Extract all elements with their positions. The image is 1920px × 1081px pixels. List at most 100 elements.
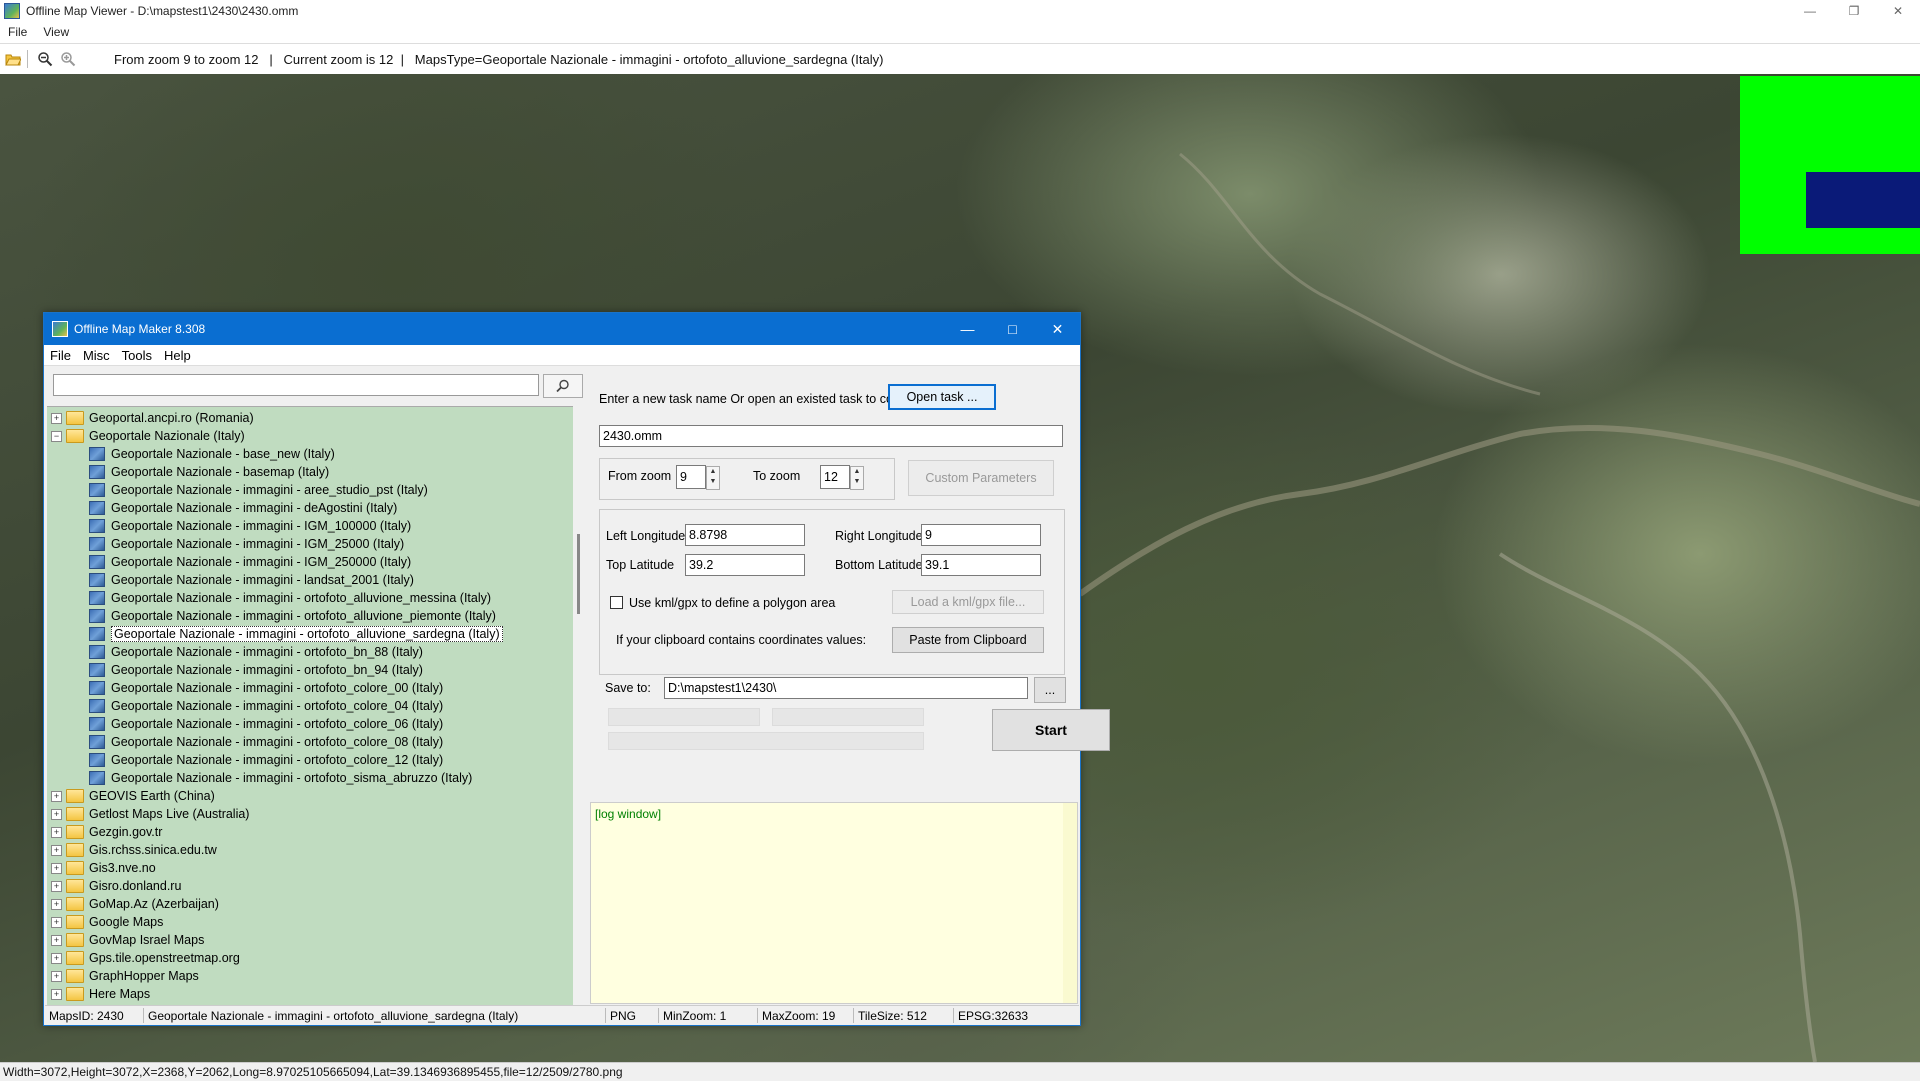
paste-from-clipboard-button[interactable]: Paste from Clipboard (892, 627, 1044, 653)
tree-map-item[interactable]: Geoportale Nazionale - base_new (Italy) (89, 445, 335, 463)
tree-folder-item[interactable]: + Google Maps (51, 913, 163, 931)
dialog-menu-help[interactable]: Help (158, 348, 197, 363)
tree-folder-item[interactable]: + Here Maps (51, 985, 150, 1003)
tree-map-item[interactable]: Geoportale Nazionale - immagini - IGM_25… (89, 535, 404, 553)
tree-scroll-thumb[interactable] (577, 534, 580, 614)
dialog-close-icon[interactable]: ✕ (1035, 313, 1080, 345)
browse-button[interactable]: ... (1034, 677, 1066, 703)
spin-up-icon[interactable]: ▲ (707, 467, 719, 477)
tree-item-label: Geoportale Nazionale - immagini - ortofo… (111, 626, 503, 642)
tree-map-item[interactable]: Geoportale Nazionale - immagini - ortofo… (89, 751, 443, 769)
tree-folder-item[interactable]: + Gis3.nve.no (51, 859, 156, 877)
tree-folder-item[interactable]: + GraphHopper Maps (51, 967, 199, 985)
tree-folder-item[interactable]: + Gisro.donland.ru (51, 877, 181, 895)
tree-map-item[interactable]: Geoportale Nazionale - immagini - IGM_10… (89, 517, 411, 535)
zoom-in-icon[interactable] (58, 49, 78, 69)
tree-map-item[interactable]: Geoportale Nazionale - immagini - ortofo… (89, 607, 496, 625)
tree-folder-item[interactable]: − Geoportale Nazionale (Italy) (51, 427, 245, 445)
tree-scrollbar[interactable] (573, 406, 587, 1004)
save-to-field[interactable]: D:\mapstest1\2430\ (664, 677, 1028, 699)
tree-map-item[interactable]: Geoportale Nazionale - immagini - ortofo… (89, 769, 472, 787)
tree-map-item[interactable]: Geoportale Nazionale - immagini - ortofo… (89, 679, 443, 697)
expand-icon[interactable]: + (51, 844, 62, 856)
expand-icon[interactable]: + (51, 916, 62, 928)
tree-item-label: Here Maps (89, 987, 151, 1001)
tree-folder-item[interactable]: + Gps.tile.openstreetmap.org (51, 949, 240, 967)
tree-folder-item[interactable]: + Gezgin.gov.tr (51, 823, 162, 841)
dialog-menu-file[interactable]: File (44, 348, 77, 363)
tree-item-label: Geoportal.ancpi.ro (Romania) (89, 411, 254, 425)
tree-map-item[interactable]: Geoportale Nazionale - immagini - landsa… (89, 571, 414, 589)
map-source-tree[interactable]: + Geoportal.ancpi.ro (Romania) − Geoportale… (47, 406, 573, 1005)
tree-item-label: Geoportale Nazionale - immagini - ortofo… (111, 681, 444, 695)
tree-map-item[interactable]: Geoportale Nazionale - immagini - ortofo… (89, 715, 443, 733)
dialog-menu-tools[interactable]: Tools (116, 348, 158, 363)
dialog-menu-misc[interactable]: Misc (77, 348, 116, 363)
tree-map-item[interactable]: Geoportale Nazionale - immagini - IGM_25… (89, 553, 411, 571)
expand-icon[interactable]: + (51, 412, 62, 424)
task-name-field[interactable]: 2430.omm (599, 425, 1063, 447)
menu-file[interactable]: File (0, 25, 35, 39)
expand-icon[interactable]: + (51, 934, 62, 946)
dialog-minimize-icon[interactable]: — (945, 313, 990, 345)
dialog-maximize-icon[interactable]: □ (990, 313, 1035, 345)
custom-parameters-button[interactable]: Custom Parameters (908, 460, 1054, 496)
spin-down-icon[interactable]: ▼ (851, 477, 863, 487)
bottom-latitude-field[interactable]: 39.1 (921, 554, 1041, 576)
tree-map-item[interactable]: Geoportale Nazionale - basemap (Italy) (89, 463, 329, 481)
to-zoom-field[interactable]: 12 (820, 465, 850, 489)
tree-map-item[interactable]: Geoportale Nazionale - immagini - aree_s… (89, 481, 428, 499)
top-latitude-field[interactable]: 39.2 (685, 554, 805, 576)
folder-icon (66, 897, 84, 911)
search-button[interactable] (543, 374, 583, 398)
log-scrollbar[interactable] (1063, 803, 1077, 1003)
from-zoom-spinner[interactable]: ▲ ▼ (706, 466, 720, 490)
folder-icon (66, 825, 84, 839)
menu-view[interactable]: View (35, 25, 77, 39)
expand-icon[interactable]: + (51, 808, 62, 820)
right-longitude-field[interactable]: 9 (921, 524, 1041, 546)
map-layer-icon (89, 447, 105, 461)
minimize-icon[interactable]: — (1788, 0, 1832, 22)
spin-down-icon[interactable]: ▼ (707, 477, 719, 487)
spin-up-icon[interactable]: ▲ (851, 467, 863, 477)
tree-map-item[interactable]: Geoportale Nazionale - immagini - ortofo… (89, 643, 423, 661)
expand-icon[interactable]: + (51, 970, 62, 982)
tree-map-item[interactable]: Geoportale Nazionale - immagini - ortofo… (89, 733, 443, 751)
start-button[interactable]: Start (992, 709, 1110, 751)
collapse-icon[interactable]: − (51, 430, 62, 442)
close-icon[interactable]: ✕ (1876, 0, 1920, 22)
tree-map-item[interactable]: Geoportale Nazionale - immagini - ortofo… (89, 661, 423, 679)
search-input[interactable] (53, 374, 539, 396)
restore-icon[interactable]: ❐ (1832, 0, 1876, 22)
zoom-out-icon[interactable] (35, 49, 55, 69)
expand-icon[interactable]: + (51, 826, 62, 838)
status-maps-id: MapsID: 2430 (49, 1009, 124, 1023)
tree-folder-item[interactable]: + Getlost Maps Live (Australia) (51, 805, 249, 823)
left-longitude-field[interactable]: 8.8798 (685, 524, 805, 546)
expand-icon[interactable]: + (51, 988, 62, 1000)
expand-icon[interactable]: + (51, 790, 62, 802)
tree-map-item[interactable]: Geoportale Nazionale - immagini - ortofo… (89, 697, 443, 715)
load-kml-button[interactable]: Load a kml/gpx file... (892, 590, 1044, 614)
log-window[interactable]: [log window] (590, 802, 1078, 1004)
open-folder-icon[interactable] (3, 49, 23, 69)
open-task-button[interactable]: Open task ... (888, 384, 996, 410)
tree-map-item[interactable]: Geoportale Nazionale - immagini - deAgos… (89, 499, 397, 517)
expand-icon[interactable]: + (51, 952, 62, 964)
tree-item-label: Gps.tile.openstreetmap.org (89, 951, 240, 965)
tree-map-item[interactable]: Geoportale Nazionale - immagini - ortofo… (89, 589, 491, 607)
folder-icon (66, 915, 84, 929)
from-zoom-field[interactable]: 9 (676, 465, 706, 489)
tree-folder-item[interactable]: + Geoportal.ancpi.ro (Romania) (51, 409, 254, 427)
expand-icon[interactable]: + (51, 880, 62, 892)
tree-folder-item[interactable]: + GoMap.Az (Azerbaijan) (51, 895, 219, 913)
expand-icon[interactable]: + (51, 898, 62, 910)
use-kml-checkbox[interactable] (610, 596, 623, 609)
tree-map-item[interactable]: Geoportale Nazionale - immagini - ortofo… (89, 625, 503, 643)
to-zoom-spinner[interactable]: ▲ ▼ (850, 466, 864, 490)
expand-icon[interactable]: + (51, 862, 62, 874)
tree-folder-item[interactable]: + GEOVIS Earth (China) (51, 787, 215, 805)
tree-folder-item[interactable]: + GovMap Israel Maps (51, 931, 204, 949)
tree-folder-item[interactable]: + Gis.rchss.sinica.edu.tw (51, 841, 217, 859)
